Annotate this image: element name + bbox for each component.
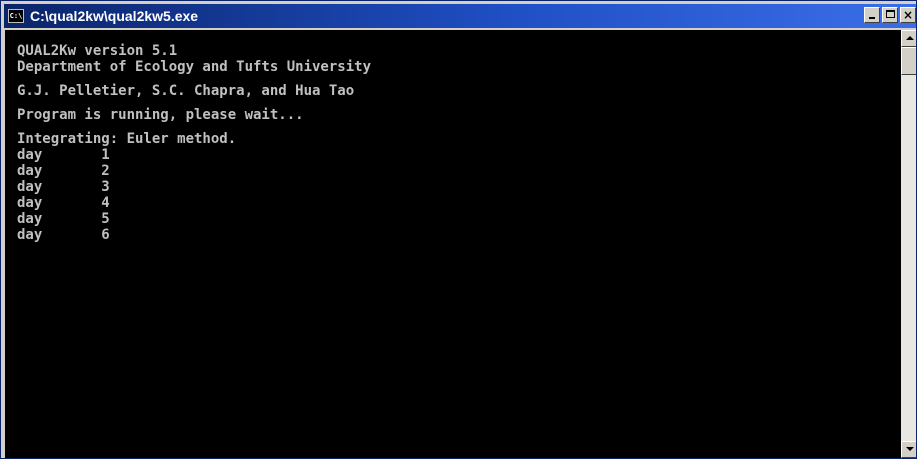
console-line: Department of Ecology and Tufts Universi… [17,59,372,75]
console-line: QUAL2Kw version 5.1 [17,43,178,59]
close-button[interactable]: × [900,7,916,23]
scroll-down-button[interactable] [901,441,916,458]
vertical-scrollbar[interactable] [901,30,916,458]
console-line-method: Integrating: Euler method. [17,131,237,147]
console-output[interactable]: QUAL2Kw version 5.1 Department of Ecolog… [5,30,901,458]
console-line-day: day 6 [17,227,110,243]
arrow-down-icon [906,447,914,451]
minimize-icon [869,17,875,19]
console-text: QUAL2Kw version 5.1 Department of Ecolog… [5,30,901,243]
window-title: C:\qual2kw\qual2kw5.exe [30,8,199,24]
arrow-up-icon [906,36,914,40]
window-controls: × [864,7,916,25]
console-window: C:\ C:\qual2kw\qual2kw5.exe × QUAL2Kw ve… [0,0,917,459]
console-line-day: day 2 [17,163,110,179]
scroll-up-button[interactable] [901,30,916,47]
console-line-authors: G.J. Pelletier, S.C. Chapra, and Hua Tao [17,83,355,99]
maximize-button[interactable] [882,7,898,23]
minimize-button[interactable] [864,7,880,23]
console-line-status: Program is running, please wait... [17,107,304,123]
console-icon[interactable]: C:\ [8,9,24,23]
console-line-day: day 3 [17,179,110,195]
console-line-day: day 4 [17,195,110,211]
console-line-day: day 5 [17,211,110,227]
close-icon: × [902,8,914,22]
console-line-day: day 1 [17,147,110,163]
scroll-thumb[interactable] [901,47,916,75]
maximize-icon [886,10,895,18]
title-bar[interactable]: C:\ C:\qual2kw\qual2kw5.exe × [4,4,916,28]
